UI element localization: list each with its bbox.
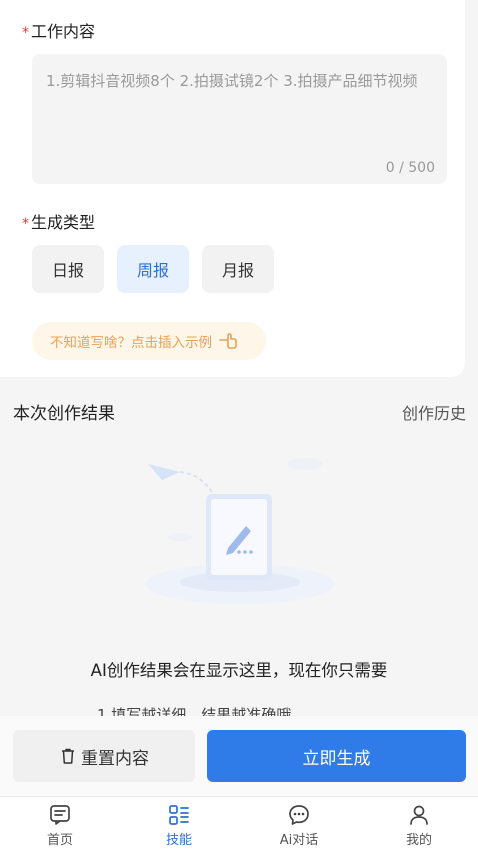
tab-me-label: 我的 [405, 833, 432, 848]
trash-icon [62, 748, 74, 764]
history-link[interactable]: 创作历史 [402, 400, 466, 424]
tab-ai-chat-label: Ai对话 [279, 833, 319, 848]
type-label: * 生成类型 [22, 213, 96, 232]
required-mark: * [22, 216, 29, 232]
char-count: 0 / 500 [385, 160, 435, 176]
tab-me[interactable]: 我的 [379, 803, 459, 848]
bottom-tab-bar: 首页 技能 Ai对话 我的 [0, 796, 478, 850]
skills-icon [169, 805, 189, 825]
tab-ai-chat[interactable]: Ai对话 [259, 803, 339, 848]
content-label: * 工作内容 [22, 22, 96, 41]
tab-skills-label: 技能 [165, 833, 192, 848]
content-placeholder: 1.剪辑抖音视频8个 2.拍摄试镜2个 3.拍摄产品细节视频 [46, 72, 418, 90]
content-textarea[interactable]: 1.剪辑抖音视频8个 2.拍摄试镜2个 3.拍摄产品细节视频 0 / 500 [32, 54, 447, 184]
reset-button[interactable]: 重置内容 [13, 730, 195, 782]
home-icon [50, 805, 70, 825]
type-daily-button[interactable]: 日报 [32, 245, 104, 293]
chat-icon [289, 805, 309, 825]
tab-home-label: 首页 [46, 833, 73, 848]
form-card: * 工作内容 1.剪辑抖音视频8个 2.拍摄试镜2个 3.拍摄产品细节视频 0 /… [0, 0, 465, 377]
pointing-hand-icon [219, 333, 237, 349]
user-icon [410, 805, 428, 825]
empty-result-illustration [145, 458, 335, 604]
reset-label: 重置内容 [81, 748, 149, 769]
bottom-action-bar: 重置内容 立即生成 [0, 716, 478, 796]
type-weekly-button[interactable]: 周报 [117, 245, 189, 293]
tab-home[interactable]: 首页 [20, 803, 100, 848]
generate-button[interactable]: 立即生成 [207, 730, 466, 782]
tab-skills[interactable]: 技能 [139, 803, 219, 848]
insert-example-button[interactable]: 不知道写啥？点击插入示例 [32, 322, 266, 360]
result-placeholder-line1: AI创作结果会在显示这里，现在你只需要 [90, 661, 388, 680]
hint-text: 不知道写啥？点击插入示例 [50, 335, 212, 351]
type-monthly-button[interactable]: 月报 [202, 245, 274, 293]
result-section-title: 本次创作结果 [13, 404, 115, 424]
required-mark: * [22, 25, 29, 41]
